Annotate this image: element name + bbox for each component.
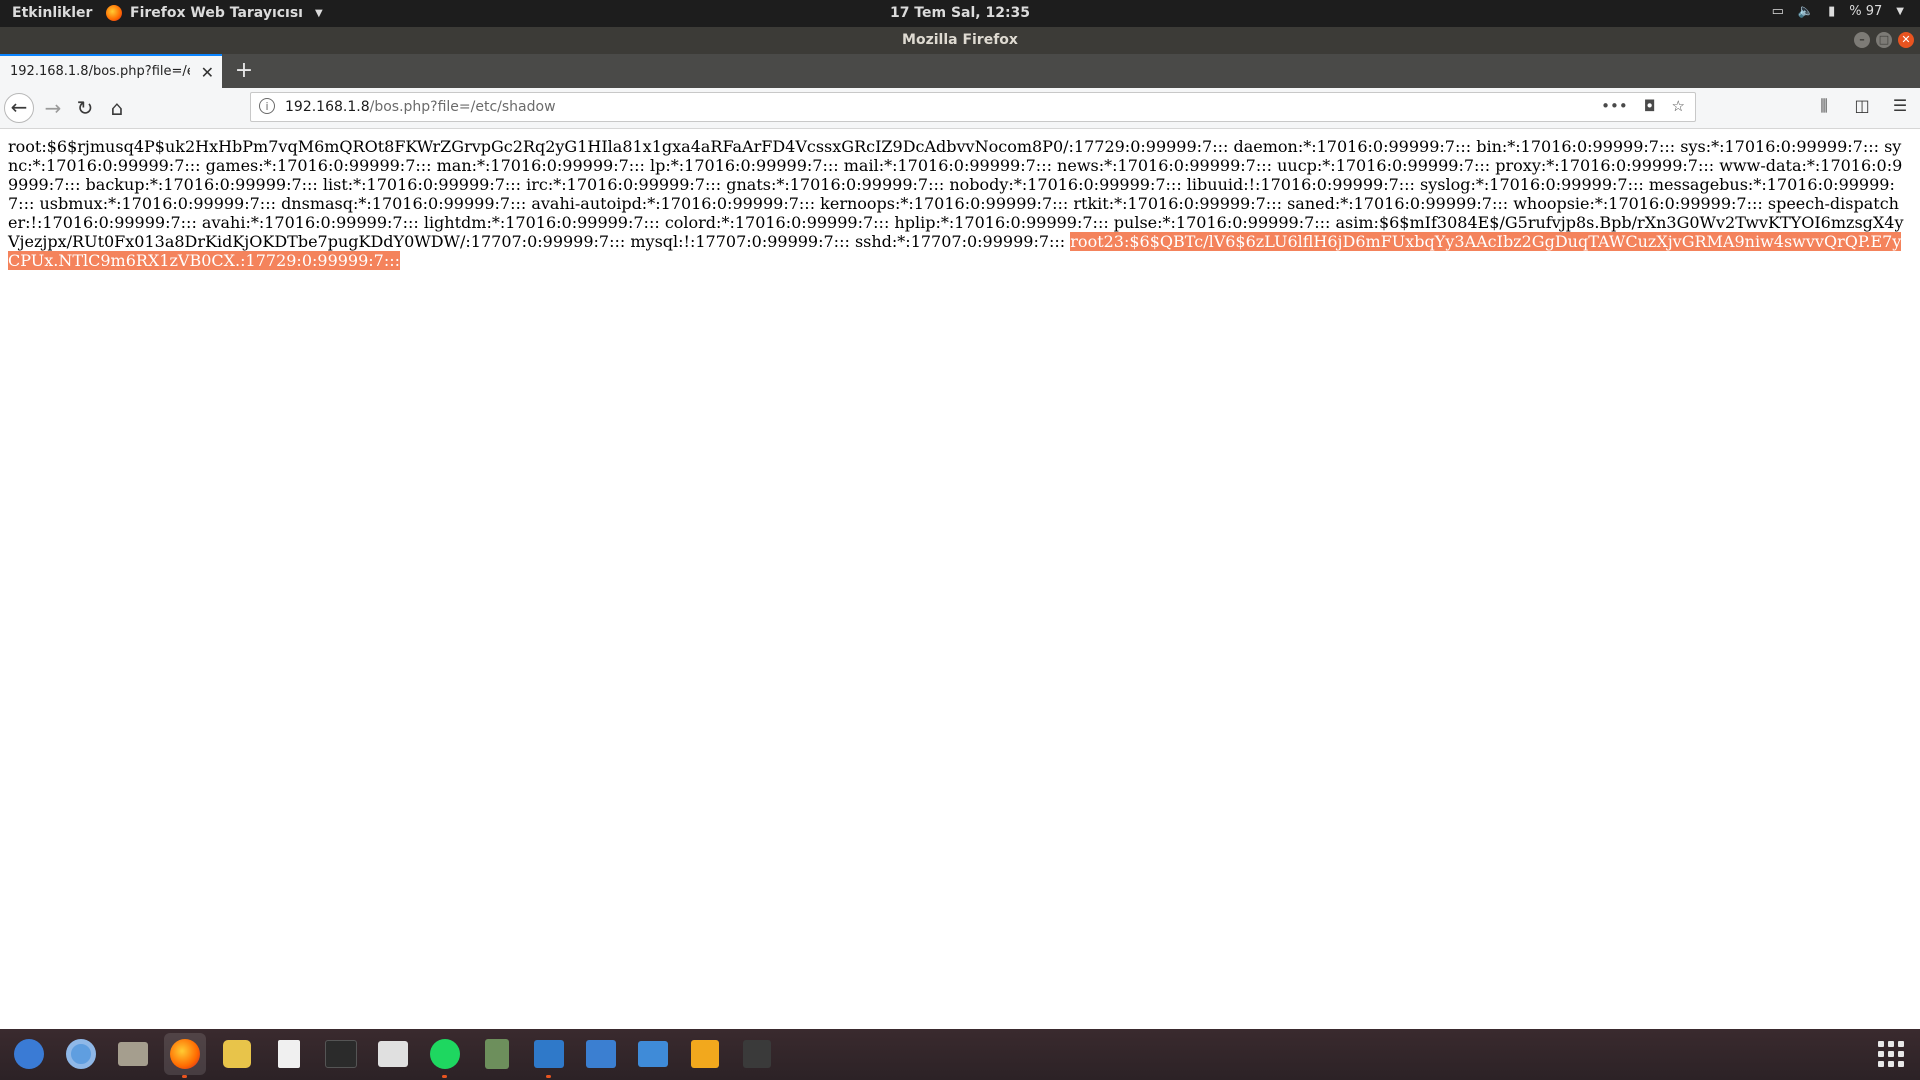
library-icon[interactable]: ⫼ [1814, 96, 1834, 116]
new-tab-button[interactable]: + [230, 57, 258, 85]
dock-apps [8, 1033, 778, 1078]
software-icon[interactable] [372, 1033, 414, 1075]
thunderbird-icon[interactable] [8, 1033, 50, 1075]
url-host: 192.168.1.8 [285, 99, 370, 115]
virtualbox-icon[interactable] [684, 1033, 726, 1075]
app-icon[interactable] [736, 1033, 778, 1075]
nav-bar: ← → ↻ ⌂ i 192.168.1.8/bos.php?file=/etc/… [0, 88, 1920, 129]
tab-strip: 192.168.1.8/bos.php?file=/etc/shadow ✕ + [0, 54, 1920, 88]
files-icon[interactable] [112, 1033, 154, 1075]
window-title: Mozilla Firefox [902, 32, 1018, 48]
window-titlebar: Mozilla Firefox – □ ✕ [0, 27, 1920, 54]
reload-button[interactable]: ↻ [70, 93, 100, 123]
firefox-icon[interactable] [164, 1033, 206, 1078]
volume-icon: 🔈 [1797, 4, 1815, 19]
system-monitor-icon[interactable] [528, 1033, 570, 1078]
page-content: root:$6$rjmusq4P$uk2HxHbPm7vqM6mQROt8FKW… [8, 137, 1908, 270]
rhythmbox-icon[interactable] [216, 1033, 258, 1075]
bookmark-star-icon[interactable]: ☆ [1672, 97, 1685, 115]
back-button[interactable]: ← [4, 93, 34, 123]
wave-icon[interactable] [580, 1033, 622, 1075]
app-menu-label: Firefox Web Tarayıcısı [130, 5, 303, 21]
dock [0, 1029, 1920, 1080]
chevron-down-icon: ▼ [1896, 6, 1904, 17]
android-icon[interactable] [476, 1033, 518, 1075]
sidebar-icon[interactable]: ◫ [1852, 96, 1872, 116]
url-text[interactable]: 192.168.1.8/bos.php?file=/etc/shadow [285, 99, 556, 115]
pocket-icon[interactable]: ◘ [1644, 97, 1656, 115]
show-applications-icon[interactable] [1878, 1041, 1904, 1067]
url-bar[interactable]: i 192.168.1.8/bos.php?file=/etc/shadow •… [250, 92, 1696, 122]
page-actions-icon[interactable]: ••• [1601, 97, 1628, 115]
chromium-icon[interactable] [60, 1033, 102, 1075]
activities-button[interactable]: Etkinlikler [12, 5, 92, 21]
info-icon[interactable]: i [259, 98, 275, 114]
minimize-button[interactable]: – [1854, 32, 1870, 48]
maximize-button[interactable]: □ [1876, 32, 1892, 48]
screenshot-icon[interactable] [632, 1033, 674, 1075]
home-button[interactable]: ⌂ [102, 93, 132, 123]
status-area[interactable]: ▭ 🔈 ▮ % 97 ▼ [1772, 4, 1904, 19]
toolbar-icons: ⫼ ◫ ☰ [1814, 96, 1910, 116]
window-controls: – □ ✕ [1854, 32, 1914, 48]
firefox-icon [106, 5, 122, 21]
chevron-down-icon: ▼ [314, 7, 323, 19]
text-editor-icon[interactable] [268, 1033, 310, 1075]
battery-percent: % 97 [1849, 4, 1883, 19]
top-bar: Etkinlikler Firefox Web Tarayıcısı ▼ 17 … [0, 0, 1920, 27]
menu-icon[interactable]: ☰ [1890, 96, 1910, 116]
spotify-icon[interactable] [424, 1033, 466, 1078]
terminal-icon[interactable] [320, 1033, 362, 1075]
app-menu[interactable]: Firefox Web Tarayıcısı ▼ [106, 5, 323, 21]
tab-active[interactable]: 192.168.1.8/bos.php?file=/etc/shadow ✕ [0, 54, 222, 88]
url-actions: ••• ◘ ☆ [1601, 97, 1685, 115]
close-tab-icon[interactable]: ✕ [201, 63, 214, 82]
display-icon: ▭ [1771, 4, 1784, 19]
battery-icon: ▮ [1828, 4, 1836, 19]
url-path: /bos.php?file=/etc/shadow [369, 99, 556, 115]
tab-label: 192.168.1.8/bos.php?file=/etc/shadow [10, 64, 190, 79]
close-button[interactable]: ✕ [1898, 32, 1914, 48]
forward-button[interactable]: → [38, 93, 68, 123]
